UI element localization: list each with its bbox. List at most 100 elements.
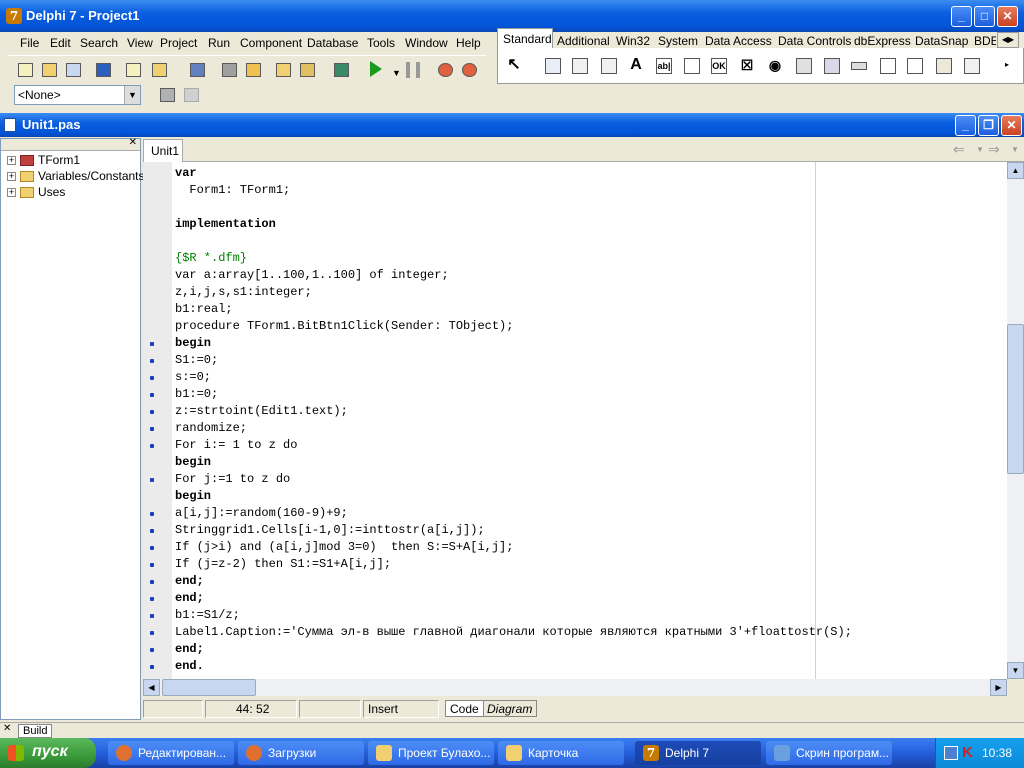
tree-item-variables[interactable]: + Variables/Constants: [7, 169, 145, 185]
scroll-up-icon[interactable]: ▲: [1007, 162, 1024, 179]
code-line[interactable]: end.: [175, 658, 204, 675]
editor-tab-unit1[interactable]: Unit1: [143, 139, 183, 162]
menu-search[interactable]: Search: [80, 36, 118, 50]
menu-help[interactable]: Help: [456, 36, 481, 50]
palette-tab-additional[interactable]: Additional: [557, 34, 610, 48]
menu-file[interactable]: File: [20, 36, 39, 50]
code-line[interactable]: begin: [175, 335, 211, 352]
code-line[interactable]: For j:=1 to z do: [175, 471, 290, 488]
palette-tab-system[interactable]: System: [658, 34, 698, 48]
palette-tab-win32[interactable]: Win32: [616, 34, 650, 48]
help-book-icon[interactable]: [330, 59, 352, 81]
editor-vscrollbar[interactable]: ▲ ▼: [1007, 162, 1024, 679]
scroll-right-icon[interactable]: ▶: [990, 679, 1007, 696]
task-button-project[interactable]: Проект Булахо...: [368, 741, 494, 765]
start-button[interactable]: пуск: [0, 738, 96, 768]
hscroll-thumb[interactable]: [162, 679, 256, 696]
tree-item-tform1[interactable]: + TForm1: [7, 153, 80, 169]
network-icon[interactable]: [944, 746, 958, 760]
breakpoint-dot-icon[interactable]: [150, 529, 154, 533]
breakpoint-dot-icon[interactable]: [150, 546, 154, 550]
task-button-downloads[interactable]: Загрузки: [238, 741, 364, 765]
task-button-delphi[interactable]: 7 Delphi 7: [635, 741, 761, 765]
code-line[interactable]: b1:real;: [175, 301, 233, 318]
task-button-screenshot[interactable]: Скрин програм...: [766, 741, 892, 765]
scroll-down-icon[interactable]: ▼: [1007, 662, 1024, 679]
menu-component[interactable]: Component: [240, 36, 302, 50]
breakpoint-dot-icon[interactable]: [150, 580, 154, 584]
breakpoint-dot-icon[interactable]: [150, 359, 154, 363]
code-line[interactable]: If (j=z-2) then S1:=S1+A[i,j];: [175, 556, 391, 573]
breakpoint-dot-icon[interactable]: [150, 376, 154, 380]
breakpoint-dot-icon[interactable]: [150, 614, 154, 618]
nav-back-dropdown-icon[interactable]: ▼: [976, 145, 984, 154]
code-line[interactable]: randomize;: [175, 420, 247, 437]
view-tab-code[interactable]: Code: [445, 700, 484, 717]
breakpoint-dot-icon[interactable]: [150, 342, 154, 346]
nav-forward-icon[interactable]: ⇒: [988, 141, 1000, 158]
code-line[interactable]: end;: [175, 573, 204, 590]
code-line[interactable]: {$R *.dfm}: [175, 250, 247, 267]
task-button-card[interactable]: Карточка: [498, 741, 624, 765]
radiobutton-icon[interactable]: ◉: [763, 54, 787, 78]
maximize-button[interactable]: □: [974, 6, 995, 27]
breakpoint-dot-icon[interactable]: [150, 393, 154, 397]
palette-scroll-arrows-icon[interactable]: ◀▶: [997, 32, 1019, 48]
checkbox-icon[interactable]: ☒: [735, 54, 759, 78]
groupbox-icon[interactable]: [876, 54, 900, 78]
close-button[interactable]: ✕: [997, 6, 1018, 27]
add-file-icon[interactable]: [272, 59, 294, 81]
palette-tab-bde[interactable]: BDE: [974, 34, 996, 48]
code-line[interactable]: end;: [175, 641, 204, 658]
code-line[interactable]: begin: [175, 488, 211, 505]
combobox-icon[interactable]: [820, 54, 844, 78]
new-items-icon[interactable]: [14, 59, 36, 81]
code-line[interactable]: z:=strtoint(Edit1.text);: [175, 403, 348, 420]
code-line[interactable]: Label1.Caption:='Сумма эл-в выше главной…: [175, 624, 852, 641]
frames-icon[interactable]: [541, 54, 565, 78]
pointer-icon[interactable]: ↖: [502, 54, 526, 78]
explorer-close-icon[interactable]: ✕: [129, 137, 137, 148]
editor-titlebar[interactable]: Unit1.pas _ ❐ ✕: [0, 113, 1024, 137]
breakpoint-dot-icon[interactable]: [150, 597, 154, 601]
breakpoint-dot-icon[interactable]: [150, 444, 154, 448]
view-tab-diagram[interactable]: Diagram: [483, 700, 538, 717]
editor-close-button[interactable]: ✕: [1001, 115, 1022, 136]
breakpoint-dot-icon[interactable]: [150, 427, 154, 431]
mainmenu-icon[interactable]: [568, 54, 592, 78]
task-button-editor[interactable]: Редактирован...: [108, 741, 234, 765]
message-close-icon[interactable]: ✕: [3, 723, 11, 734]
editor-restore-button[interactable]: ❐: [978, 115, 999, 136]
listbox-icon[interactable]: [792, 54, 816, 78]
palette-more-icon[interactable]: ▸: [1005, 60, 1009, 69]
expand-icon[interactable]: +: [7, 188, 16, 198]
nav-forward-dropdown-icon[interactable]: ▼: [1011, 145, 1019, 154]
breakpoint-dot-icon[interactable]: [150, 512, 154, 516]
breakpoint-dot-icon[interactable]: [150, 478, 154, 482]
open-icon[interactable]: [38, 59, 60, 81]
run-icon[interactable]: [370, 61, 382, 77]
code-line[interactable]: S1:=0;: [175, 352, 218, 369]
palette-tab-datasnap[interactable]: DataSnap: [915, 34, 968, 48]
clock[interactable]: 10:38: [982, 746, 1012, 760]
edit-icon[interactable]: ab|: [652, 54, 676, 78]
step-over-icon[interactable]: [458, 59, 480, 81]
code-line[interactable]: var: [175, 165, 197, 182]
code-editor[interactable]: [143, 162, 1007, 679]
breakpoint-dot-icon[interactable]: [150, 410, 154, 414]
menu-window[interactable]: Window: [405, 36, 448, 50]
menu-run[interactable]: Run: [208, 36, 230, 50]
code-line[interactable]: z,i,j,s,s1:integer;: [175, 284, 312, 301]
scroll-left-icon[interactable]: ◀: [143, 679, 160, 696]
memo-icon[interactable]: [680, 54, 704, 78]
code-line[interactable]: procedure TForm1.BitBtn1Click(Sender: TO…: [175, 318, 513, 335]
build-tab[interactable]: Build: [18, 724, 53, 738]
actionlist-icon[interactable]: [960, 54, 984, 78]
editor-gutter[interactable]: [143, 162, 172, 679]
code-line[interactable]: For i:= 1 to z do: [175, 437, 297, 454]
toggle-form-unit-icon[interactable]: [218, 59, 240, 81]
palette-tab-standard[interactable]: Standard: [503, 32, 552, 46]
view-form-icon[interactable]: [92, 59, 114, 81]
editor-hscrollbar[interactable]: ◀ ▶: [143, 679, 1007, 696]
save-all-icon[interactable]: [186, 59, 208, 81]
